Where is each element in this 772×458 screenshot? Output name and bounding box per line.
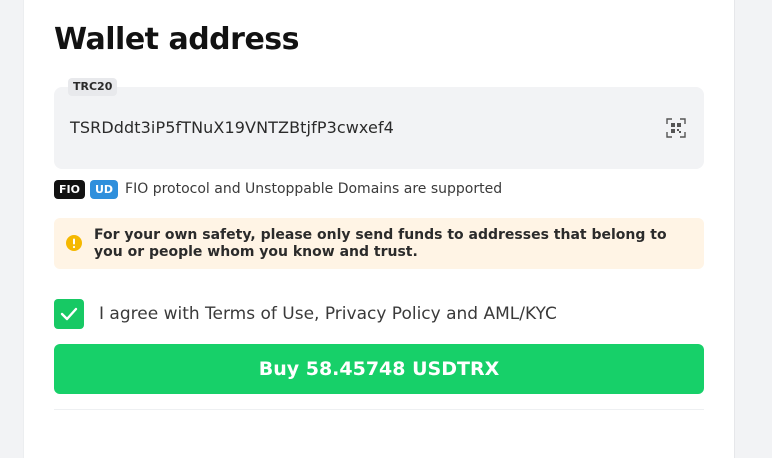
terms-checkbox[interactable] — [54, 299, 84, 329]
check-icon — [60, 307, 78, 321]
qr-scan-icon[interactable] — [666, 118, 686, 138]
warning-text: For your own safety, please only send fu… — [94, 227, 667, 260]
terms-agreement-text[interactable]: I agree with Terms of Use, Privacy Polic… — [99, 304, 557, 324]
divider — [54, 409, 704, 410]
safety-warning: For your own safety, please only send fu… — [54, 218, 704, 269]
terms-agreement-row[interactable]: I agree with Terms of Use, Privacy Polic… — [54, 299, 557, 329]
ud-badge: UD — [89, 179, 119, 199]
wallet-address-field[interactable]: TSRDddt3iP5fTNuX19VNTZBtjfP3cwxef4 — [54, 87, 704, 169]
wallet-card: Wallet address TSRDddt3iP5fTNuX19VNTZBtj… — [23, 0, 735, 458]
domain-support-row: FIO UD FIO protocol and Unstoppable Doma… — [54, 179, 502, 199]
fio-badge: FIO — [54, 179, 85, 199]
warning-icon — [66, 235, 82, 251]
wallet-address-value[interactable]: TSRDddt3iP5fTNuX19VNTZBtjfP3cwxef4 — [70, 118, 394, 137]
domain-support-text: FIO protocol and Unstoppable Domains are… — [125, 181, 503, 197]
page-title: Wallet address — [54, 22, 300, 57]
buy-button[interactable]: Buy 58.45748 USDTRX — [54, 344, 704, 394]
network-badge: TRC20 — [68, 78, 118, 96]
